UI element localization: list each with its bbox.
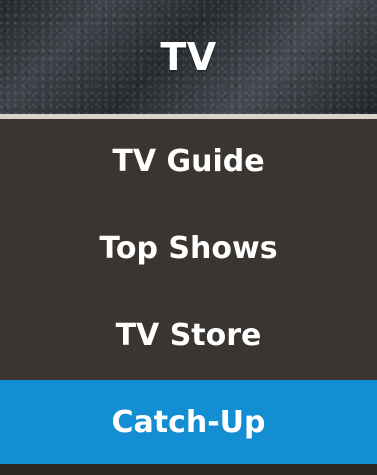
menu-item-label: TV Guide bbox=[112, 143, 265, 179]
menu-item-tv-store[interactable]: TV Store bbox=[0, 293, 377, 377]
menu-bottom-edge bbox=[0, 464, 377, 475]
menu-item-label: TV Store bbox=[115, 317, 262, 353]
menu-item-label: Top Shows bbox=[99, 230, 278, 266]
menu-title: TV bbox=[160, 35, 217, 79]
menu-item-top-shows[interactable]: Top Shows bbox=[0, 206, 377, 290]
menu-item-catch-up[interactable]: Catch-Up bbox=[0, 380, 377, 464]
menu-item-tv-guide[interactable]: TV Guide bbox=[0, 119, 377, 203]
menu-item-label: Catch-Up bbox=[111, 404, 266, 440]
tv-menu: TV TV Guide Top Shows TV Store Catch-Up bbox=[0, 0, 377, 475]
